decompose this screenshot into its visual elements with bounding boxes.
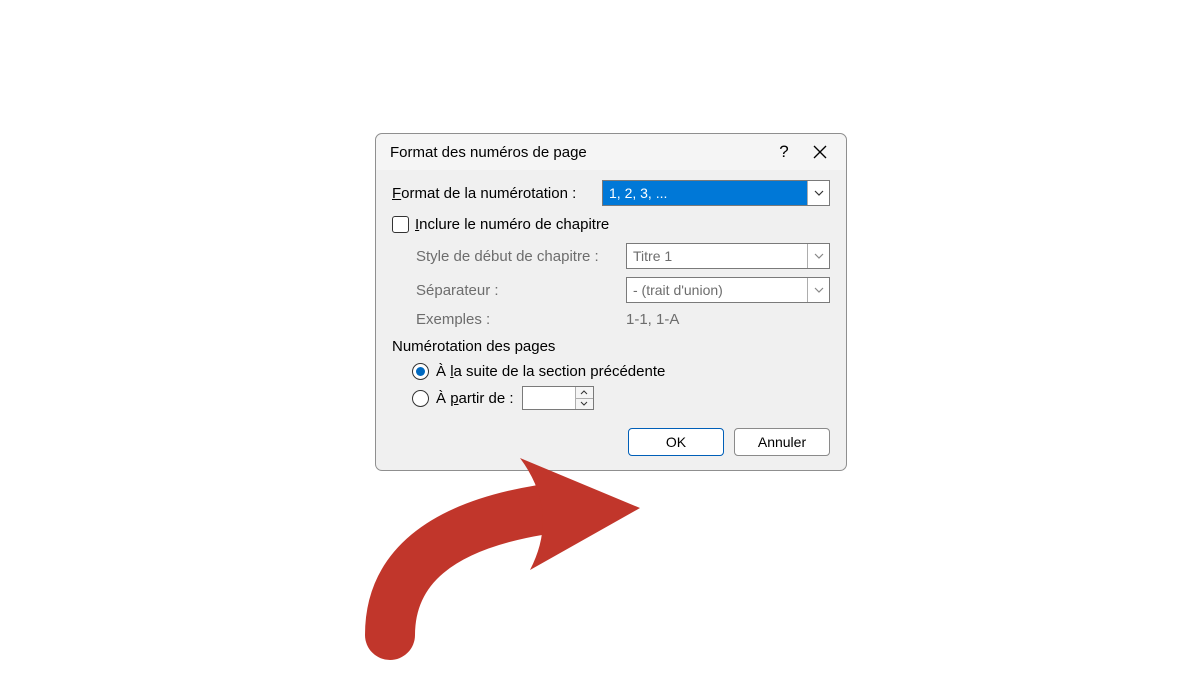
- separator-row: Séparateur : - (trait d'union): [416, 277, 830, 303]
- examples-row: Exemples : 1-1, 1-A: [416, 311, 830, 328]
- chevron-down-icon: [580, 401, 588, 406]
- spinner-buttons: [575, 387, 593, 409]
- separator-label: Séparateur :: [416, 282, 626, 299]
- start-at-spinner[interactable]: [522, 386, 594, 410]
- dialog-body: Format de la numérotation : 1, 2, 3, ...…: [376, 170, 846, 470]
- format-label: Format de la numérotation :: [392, 185, 602, 202]
- include-chapter-row[interactable]: Inclure le numéro de chapitre: [392, 216, 830, 233]
- close-icon: [813, 145, 827, 159]
- format-combobox[interactable]: 1, 2, 3, ...: [602, 180, 830, 206]
- chapter-style-dropdown-button[interactable]: [807, 244, 829, 268]
- continue-label: À la suite de la section précédente: [436, 363, 665, 380]
- spinner-up[interactable]: [576, 387, 593, 399]
- continue-radio-row[interactable]: À la suite de la section précédente: [412, 363, 830, 380]
- dialog-titlebar: Format des numéros de page ?: [376, 134, 846, 170]
- page-number-format-dialog: Format des numéros de page ? Format de l…: [375, 133, 847, 471]
- separator-dropdown-button[interactable]: [807, 278, 829, 302]
- chevron-down-icon: [814, 190, 824, 196]
- separator-combobox[interactable]: - (trait d'union): [626, 277, 830, 303]
- dialog-title: Format des numéros de page: [390, 144, 766, 161]
- cancel-button[interactable]: Annuler: [734, 428, 830, 456]
- chevron-down-icon: [814, 253, 824, 259]
- chapter-style-row: Style de début de chapitre : Titre 1: [416, 243, 830, 269]
- annotation-arrow: [350, 440, 680, 660]
- chapter-style-value: Titre 1: [627, 244, 807, 268]
- start-at-input[interactable]: [523, 387, 575, 409]
- start-at-radio-row[interactable]: À partir de :: [412, 386, 830, 410]
- ok-button[interactable]: OK: [628, 428, 724, 456]
- help-button[interactable]: ?: [766, 138, 802, 166]
- chevron-down-icon: [814, 287, 824, 293]
- close-button[interactable]: [802, 138, 838, 166]
- spinner-down[interactable]: [576, 399, 593, 410]
- chapter-style-combobox[interactable]: Titre 1: [626, 243, 830, 269]
- examples-value: 1-1, 1-A: [626, 311, 679, 328]
- start-at-label: À partir de :: [436, 390, 514, 407]
- separator-value: - (trait d'union): [627, 278, 807, 302]
- dialog-footer: OK Annuler: [392, 428, 830, 456]
- format-dropdown-button[interactable]: [807, 181, 829, 205]
- format-row: Format de la numérotation : 1, 2, 3, ...: [392, 180, 830, 206]
- start-at-radio[interactable]: [412, 390, 429, 407]
- chapter-options: Style de début de chapitre : Titre 1 Sép…: [416, 243, 830, 328]
- include-chapter-label: Inclure le numéro de chapitre: [415, 216, 609, 233]
- include-chapter-checkbox[interactable]: [392, 216, 409, 233]
- chevron-up-icon: [580, 390, 588, 395]
- continue-radio[interactable]: [412, 363, 429, 380]
- format-value: 1, 2, 3, ...: [603, 181, 807, 205]
- pagenum-section-title: Numérotation des pages: [392, 338, 830, 355]
- chapter-style-label: Style de début de chapitre :: [416, 248, 626, 265]
- examples-label: Exemples :: [416, 311, 626, 328]
